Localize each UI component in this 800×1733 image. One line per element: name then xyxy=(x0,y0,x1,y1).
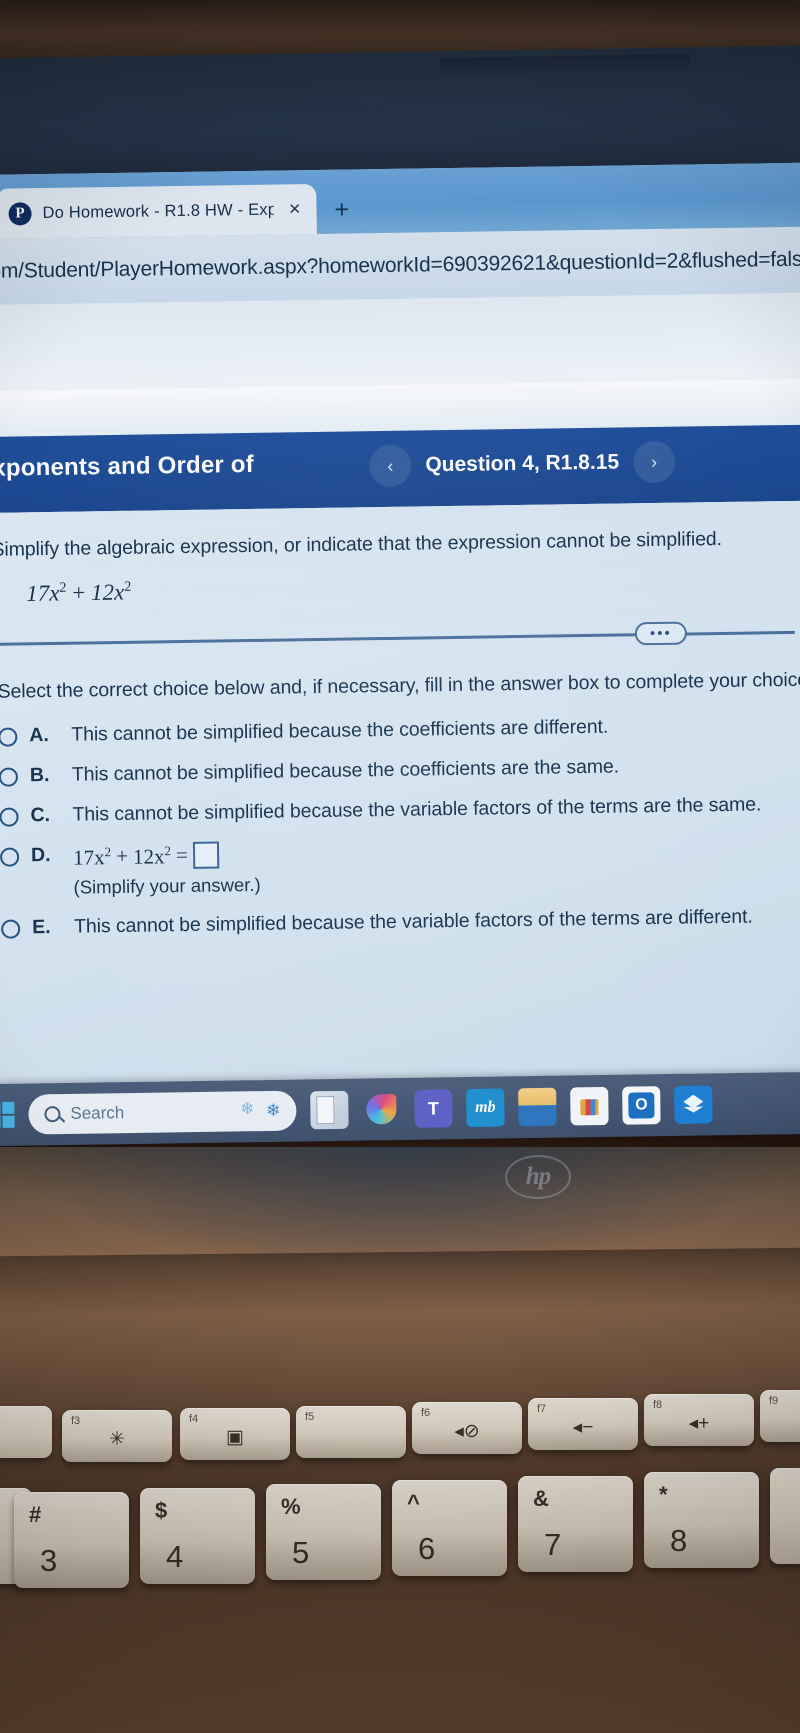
next-question-button[interactable]: › xyxy=(632,440,676,484)
choice-letter: B. xyxy=(29,763,50,787)
dropbox-icon[interactable] xyxy=(674,1085,713,1124)
answer-choice-c[interactable]: C. This cannot be simplified because the… xyxy=(0,793,762,827)
new-tab-button[interactable]: + xyxy=(334,195,349,224)
function-key-f4[interactable]: f4 ▣ xyxy=(180,1408,290,1460)
answer-choice-e[interactable]: E. This cannot be simplified because the… xyxy=(1,905,761,939)
outlook-icon[interactable] xyxy=(622,1086,661,1125)
expression-operator: + xyxy=(72,580,86,606)
question-prompt: Simplify the algebraic expression, or in… xyxy=(0,527,723,561)
choice-d-expression: 17x2 + 12x2 = xyxy=(73,841,260,871)
question-body: ▲ ▼ Simplify the algebraic expression, o… xyxy=(0,500,800,1136)
windows-taskbar: Search ❄ ❄ T mb xyxy=(0,1071,800,1147)
file-explorer-icon[interactable] xyxy=(518,1087,557,1127)
tab-title: Do Homework - R1.8 HW - Exp xyxy=(42,200,274,222)
browser-tab-strip: × P Do Homework - R1.8 HW - Exp × + xyxy=(0,162,800,240)
expression-term-1: 17x xyxy=(26,580,60,606)
snowflake-icon: ❄ xyxy=(239,1099,255,1119)
widgets-icon[interactable] xyxy=(310,1090,349,1130)
number-key-9[interactable] xyxy=(770,1468,800,1564)
question-expression: 17x2 + 12x2 xyxy=(26,579,132,607)
bookmarks-bar-area xyxy=(0,292,800,392)
answer-instruction: Select the correct choice below and, if … xyxy=(0,668,800,703)
teams-icon[interactable]: T xyxy=(414,1089,453,1128)
laptop-screen: × P Do Homework - R1.8 HW - Exp × + om/S… xyxy=(0,162,800,1136)
function-key-f2[interactable] xyxy=(0,1406,52,1458)
number-key-7[interactable]: & 7 xyxy=(518,1476,633,1572)
pearson-p-icon: P xyxy=(8,201,32,226)
close-icon[interactable]: × xyxy=(285,198,305,221)
function-key-f8[interactable]: f8 ◂+ xyxy=(644,1394,754,1446)
microsoft-store-icon[interactable] xyxy=(570,1086,609,1126)
windows-start-icon[interactable] xyxy=(0,1101,15,1129)
snowflake-icon: ❄ xyxy=(266,1100,281,1121)
copilot-icon[interactable] xyxy=(362,1090,401,1129)
number-key-3[interactable]: # 3 xyxy=(14,1492,129,1588)
browser-tab-active[interactable]: P Do Homework - R1.8 HW - Exp × xyxy=(0,183,317,239)
teams-letter: T xyxy=(427,1097,440,1119)
choice-letter: A. xyxy=(29,724,49,747)
radio-button-e[interactable] xyxy=(1,919,21,939)
choice-letter: D. xyxy=(30,843,51,867)
course-header: xponents and Order of ‹ Question 4, R1.8… xyxy=(0,424,800,514)
answer-choice-b[interactable]: B. This cannot be simplified because the… xyxy=(0,753,759,787)
mybook-icon[interactable]: mb xyxy=(466,1088,505,1128)
choice-letter: E. xyxy=(31,915,51,939)
previous-question-button[interactable]: ‹ xyxy=(369,444,412,488)
laptop-hinge xyxy=(0,1247,800,1315)
radio-button-c[interactable] xyxy=(0,807,19,827)
function-key-f6[interactable]: f6 ◂⊘ xyxy=(412,1402,522,1454)
choice-d-equals: = xyxy=(175,842,188,868)
choice-d-operator: + xyxy=(115,843,129,869)
choice-letter: C. xyxy=(30,803,51,827)
search-icon xyxy=(44,1106,61,1123)
number-key-6[interactable]: ^ 6 xyxy=(392,1480,507,1576)
radio-button-d[interactable] xyxy=(0,847,20,867)
search-placeholder: Search xyxy=(70,1103,125,1123)
page-title: xponents and Order of xyxy=(0,450,255,482)
function-key-f5[interactable]: f5 xyxy=(296,1406,406,1458)
choice-d-term-2: 12x xyxy=(132,843,165,869)
function-key-f7[interactable]: f7 ◂− xyxy=(528,1398,638,1450)
question-label: Question 4, R1.8.15 xyxy=(425,450,620,477)
laptop-keyboard: f3 ✳ f4 ▣ f5 f6 ◂⊘ f7 ◂− f8 ◂+ xyxy=(0,1380,800,1733)
expression-term-2: 12x xyxy=(90,579,125,606)
question-navigation: ‹ Question 4, R1.8.15 › xyxy=(369,440,676,488)
choice-d-exponent-2: 2 xyxy=(164,842,172,858)
search-input[interactable]: Search ❄ ❄ xyxy=(28,1090,297,1135)
number-key-5[interactable]: % 5 xyxy=(266,1484,381,1580)
answer-choice-a[interactable]: A. This cannot be simplified because the… xyxy=(0,713,758,747)
choice-text: This cannot be simplified because the co… xyxy=(71,715,609,746)
photo-of-laptop-screen: × P Do Homework - R1.8 HW - Exp × + om/S… xyxy=(0,0,800,1733)
radio-button-a[interactable] xyxy=(0,727,18,747)
answer-choice-d[interactable]: D. 17x2 + 12x2 = (Simplify your answer.) xyxy=(0,833,761,899)
radio-button-b[interactable] xyxy=(0,767,19,787)
number-key-8[interactable]: * 8 xyxy=(644,1472,759,1568)
url-text: om/Student/PlayerHomework.aspx?homeworkI… xyxy=(0,247,800,283)
choice-d-hint: (Simplify your answer.) xyxy=(73,873,261,898)
choice-text: This cannot be simplified because the co… xyxy=(71,755,620,786)
number-key-4[interactable]: $ 4 xyxy=(140,1488,255,1584)
mybook-letter: mb xyxy=(475,1098,496,1116)
choice-text: This cannot be simplified because the va… xyxy=(73,905,753,938)
choice-text: This cannot be simplified because the va… xyxy=(72,793,762,826)
choice-d-exponent-1: 2 xyxy=(104,843,112,859)
function-key-f9[interactable]: f9 xyxy=(760,1390,800,1442)
more-options-button[interactable]: ••• xyxy=(634,621,688,646)
answer-input-box[interactable] xyxy=(192,841,220,869)
answer-choice-list: A. This cannot be simplified because the… xyxy=(0,713,762,956)
choice-d-term-1: 17x xyxy=(72,844,105,870)
function-key-f3[interactable]: f3 ✳ xyxy=(62,1410,172,1462)
expression-exponent-2: 2 xyxy=(124,578,132,595)
expression-exponent-1: 2 xyxy=(59,579,67,596)
